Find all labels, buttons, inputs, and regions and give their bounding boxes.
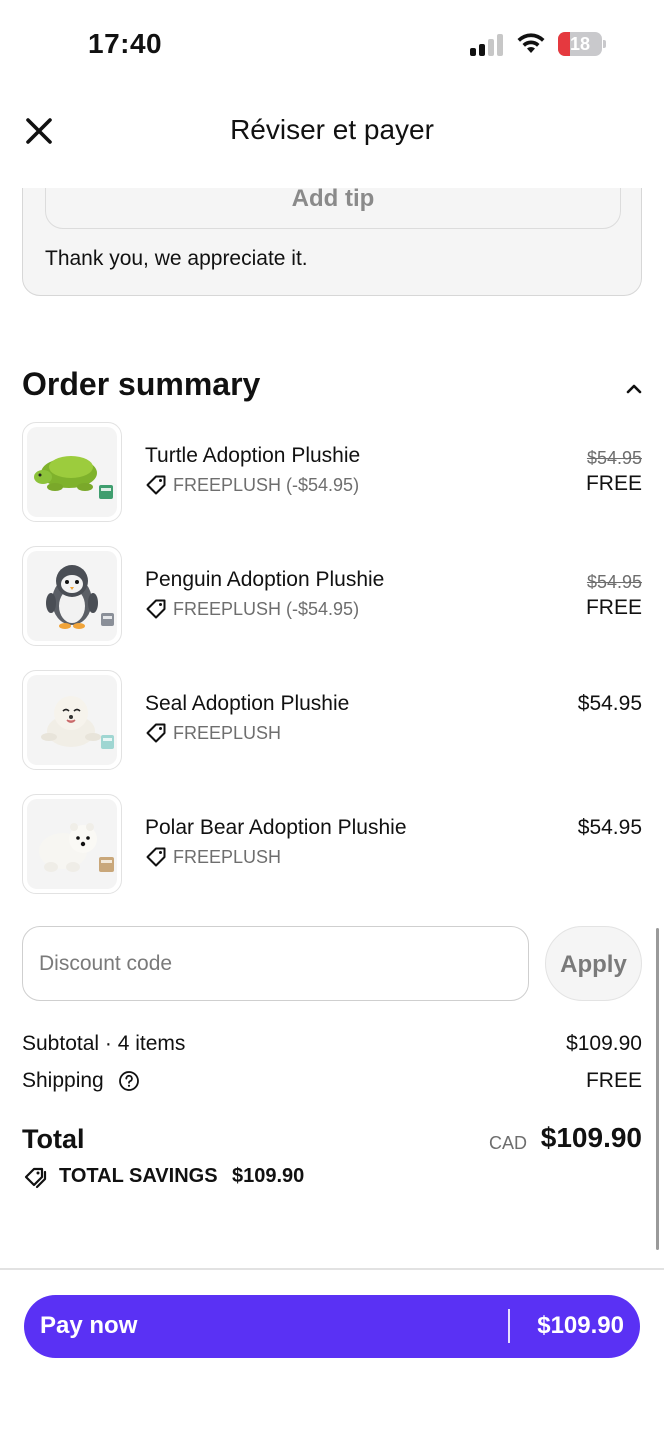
- tip-thanks-text: Thank you, we appreciate it.: [45, 247, 308, 270]
- battery-icon: 18: [558, 32, 606, 56]
- item-price: FREE: [585, 472, 642, 495]
- shipping-label: Shipping: [22, 1069, 104, 1092]
- total-amount: $109.90: [540, 1122, 642, 1153]
- total-savings-value: $109.90: [232, 1165, 305, 1187]
- turtle-plushie-image: [34, 456, 113, 499]
- penguin-plushie-image: [46, 565, 114, 629]
- tag-icon: [146, 723, 166, 743]
- product-image-polar-bear: [22, 794, 122, 894]
- item-name: Turtle Adoption Plushie: [145, 444, 361, 467]
- item-name: Seal Adoption Plushie: [145, 692, 350, 715]
- item-price: $54.95: [577, 692, 642, 715]
- wifi-icon: [517, 33, 545, 53]
- discount-code-label: FREEPLUSH: [173, 723, 282, 743]
- seal-plushie-image: [41, 696, 114, 749]
- item-name: Polar Bear Adoption Plushie: [145, 816, 407, 839]
- shipping-row: Shipping FREE: [22, 1069, 642, 1099]
- subtotal-label: Subtotal · 4 items: [22, 1032, 186, 1055]
- tag-icon: [146, 475, 166, 495]
- scrollbar[interactable]: [656, 928, 659, 1250]
- total-savings-label: TOTAL SAVINGS: [59, 1165, 218, 1187]
- total-currency: CAD: [489, 1133, 528, 1153]
- list-item: Seal Adoption Plushie FREEPLUSH $54.95: [0, 670, 664, 770]
- battery-level: 18: [569, 34, 591, 54]
- page-title: Réviser et payer: [230, 114, 434, 145]
- list-item: Penguin Adoption Plushie FREEPLUSH (-$54…: [0, 546, 664, 646]
- discount-code-input[interactable]: [22, 926, 529, 1001]
- tag-icon: [146, 847, 166, 867]
- item-price: $54.95: [577, 816, 642, 839]
- divider: [0, 1268, 664, 1270]
- cellular-signal-icon: [470, 34, 506, 56]
- polar-bear-plushie-image: [39, 823, 114, 872]
- total-label: Total: [22, 1124, 85, 1154]
- discount-code-label: FREEPLUSH: [173, 847, 282, 867]
- list-item: Polar Bear Adoption Plushie FREEPLUSH $5…: [0, 794, 664, 894]
- header: Réviser et payer: [0, 100, 664, 166]
- status-time: 17:40: [88, 28, 163, 59]
- apply-button[interactable]: Apply: [545, 926, 642, 1001]
- pay-button-separator: [508, 1309, 510, 1343]
- discount-code-label: FREEPLUSH (-$54.95): [173, 599, 360, 619]
- list-item: Turtle Adoption Plushie FREEPLUSH (-$54.…: [0, 422, 664, 522]
- status-bar: 17:40 18: [0, 0, 664, 90]
- discount-code-label: FREEPLUSH (-$54.95): [173, 475, 360, 495]
- item-name: Penguin Adoption Plushie: [145, 568, 385, 591]
- subtotal-value: $109.90: [566, 1032, 642, 1055]
- chevron-up-icon[interactable]: [620, 376, 648, 400]
- original-price: $54.95: [586, 572, 642, 592]
- item-price: FREE: [585, 596, 642, 619]
- tag-icon: [146, 599, 166, 619]
- pay-now-button[interactable]: Pay now $109.90: [24, 1295, 640, 1358]
- product-image-turtle: [22, 422, 122, 522]
- pay-now-amount: $109.90: [537, 1312, 624, 1339]
- subtotal-row: Subtotal · 4 items $109.90: [22, 1032, 642, 1062]
- shipping-value: FREE: [585, 1069, 642, 1092]
- product-image-seal: [22, 670, 122, 770]
- order-summary-title: Order summary: [22, 366, 261, 402]
- help-icon[interactable]: [118, 1070, 140, 1092]
- original-price: $54.95: [586, 448, 642, 468]
- savings-tag-icon: [24, 1167, 47, 1189]
- pay-now-label: Pay now: [40, 1312, 138, 1339]
- product-image-penguin: [22, 546, 122, 646]
